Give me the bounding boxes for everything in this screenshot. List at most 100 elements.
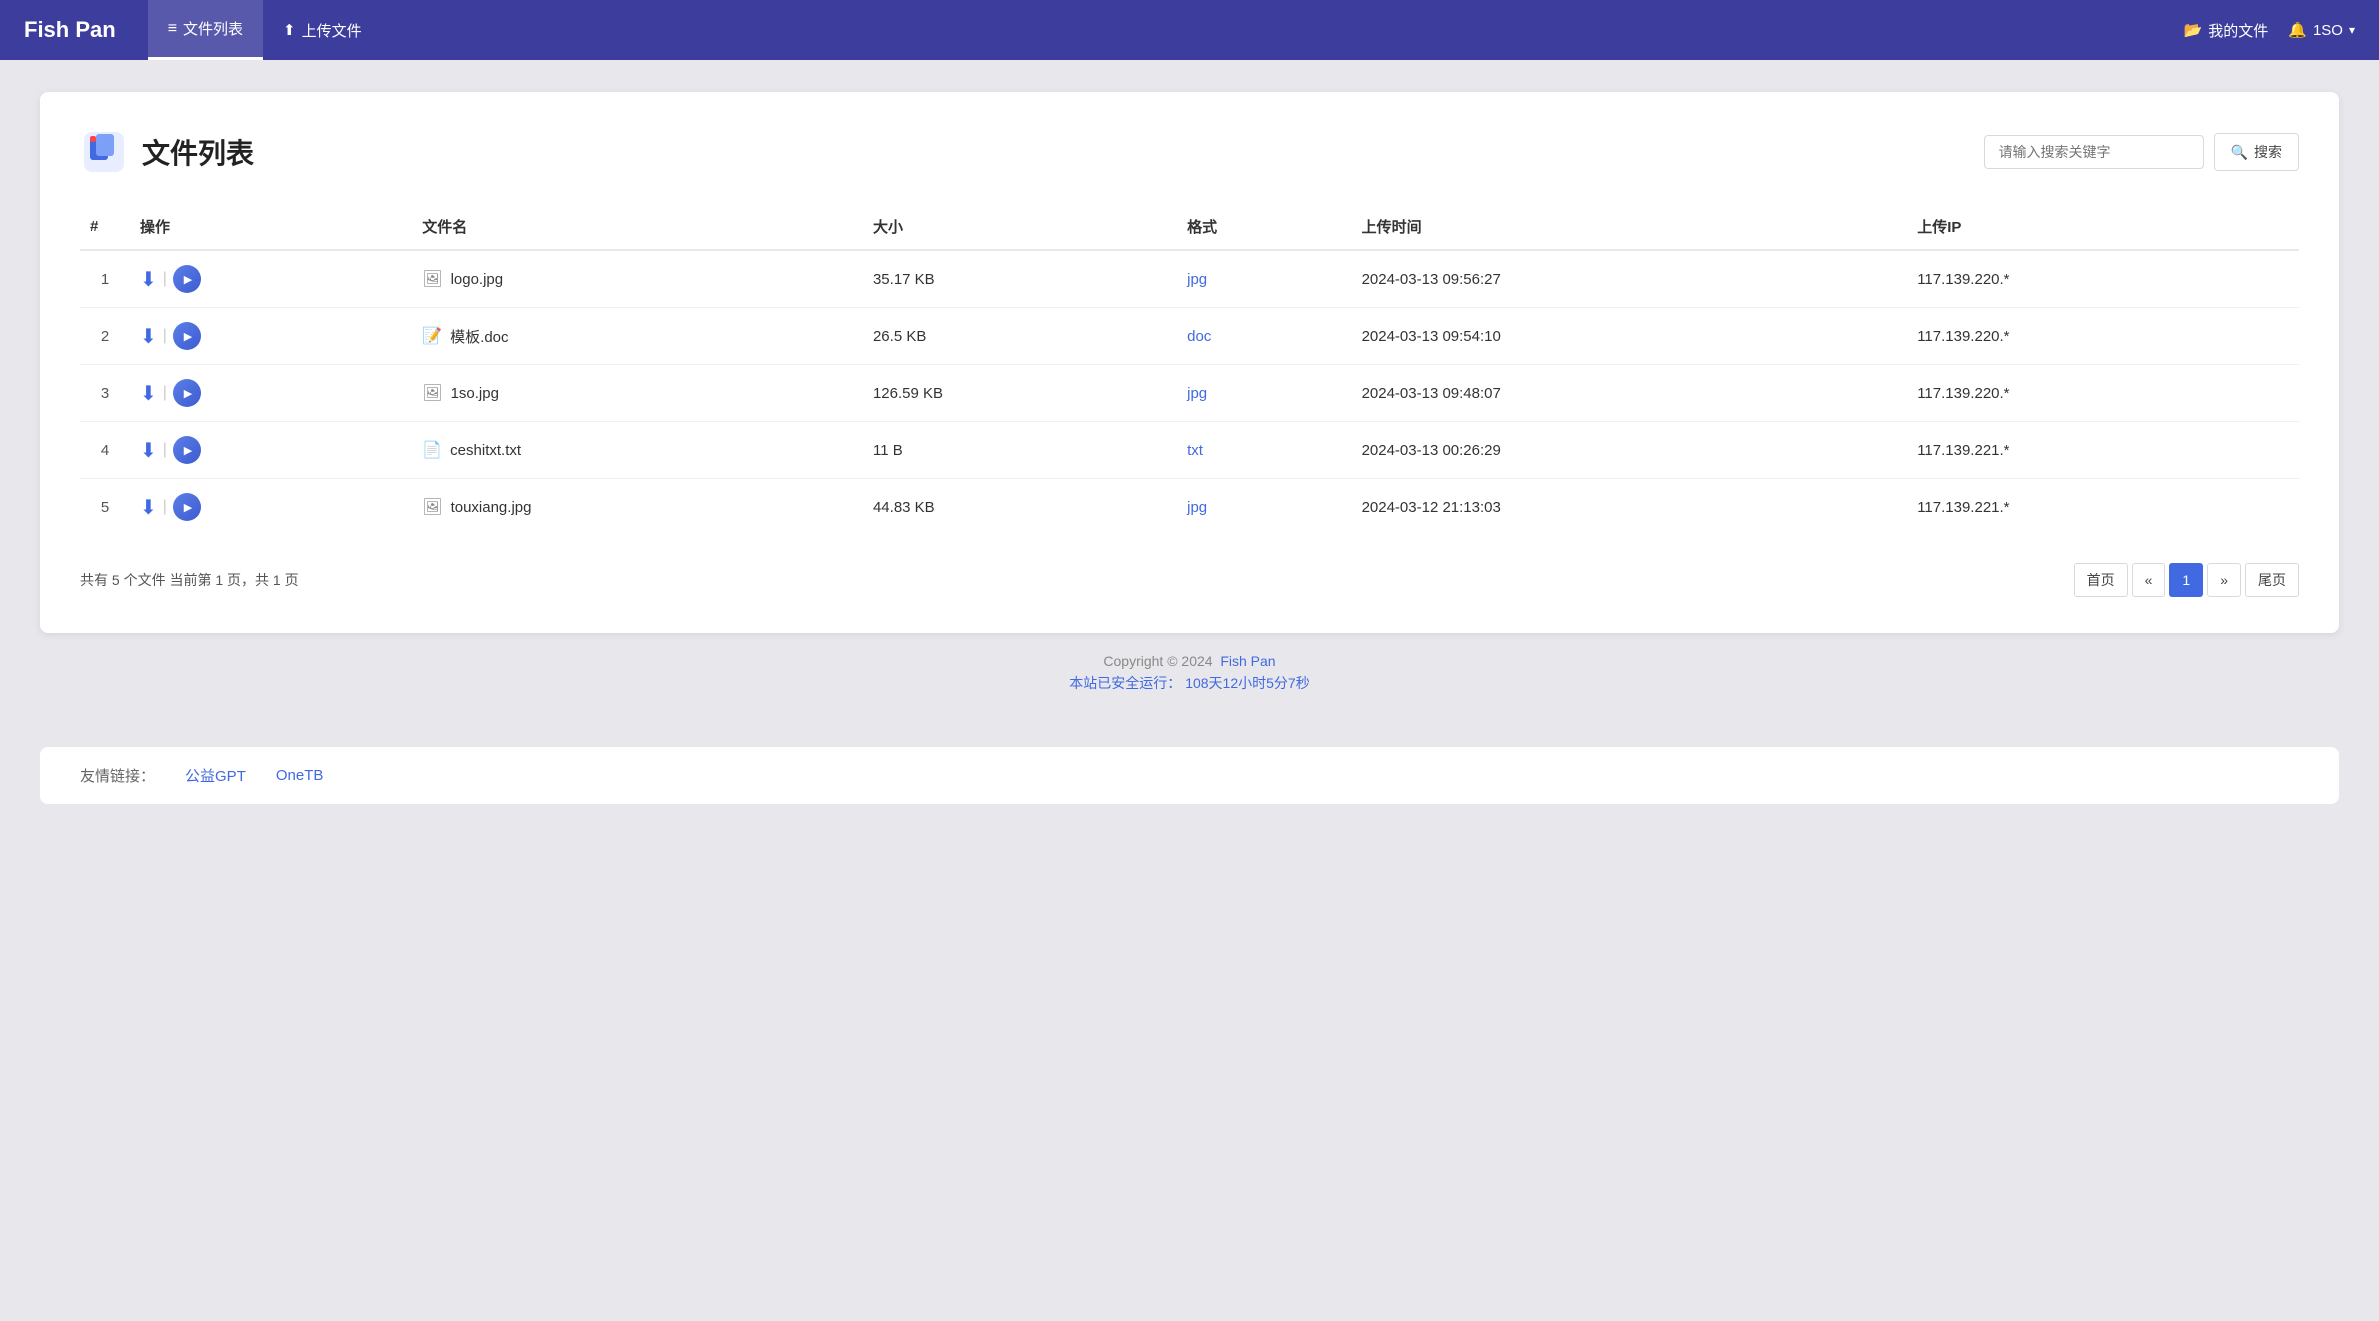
preview-btn[interactable] [173, 322, 201, 350]
upload-icon: ⬆ [283, 21, 296, 39]
page-last-btn[interactable]: 尾页 [2245, 563, 2299, 597]
list-icon: ≡ [168, 20, 177, 38]
my-files-label: 我的文件 [2208, 20, 2268, 41]
file-type-icon: 🖼 [422, 269, 442, 289]
filename-text: logo.jpg [451, 271, 504, 288]
cell-action: ⬇ | [130, 308, 412, 365]
cell-filename: 🖼 touxiang.jpg [412, 479, 863, 536]
nav-right: 📂 我的文件 🔔 1SO ▾ [2184, 20, 2355, 41]
page-icon [80, 128, 128, 176]
cell-upload-time: 2024-03-12 21:13:03 [1352, 479, 1908, 536]
page-next-btn[interactable]: » [2207, 563, 2241, 597]
user-label: 1SO [2313, 22, 2343, 39]
table-row: 4 ⬇ | 📄 ceshitxt.txt 11 Btxt2024-03-13 0… [80, 422, 2299, 479]
search-input[interactable] [1984, 135, 2204, 169]
download-btn[interactable]: ⬇ [140, 267, 157, 292]
col-upload-ip: 上传IP [1907, 204, 2299, 250]
page-title: 文件列表 [142, 132, 254, 172]
friend-link-gpt[interactable]: 公益GPT [185, 765, 246, 786]
cell-filename: 📄 ceshitxt.txt [412, 422, 863, 479]
table-footer: 共有 5 个文件 当前第 1 页，共 1 页 首页 « 1 » 尾页 [80, 563, 2299, 597]
file-type-icon: 🖼 [422, 383, 442, 403]
cell-upload-time: 2024-03-13 09:54:10 [1352, 308, 1908, 365]
copyright-text: Copyright © 2024 [1103, 653, 1216, 669]
pagination-controls: 首页 « 1 » 尾页 [2074, 563, 2299, 597]
action-separator: | [163, 384, 167, 402]
file-type-icon: 📄 [422, 440, 442, 460]
cell-upload-ip: 117.139.220.* [1907, 365, 2299, 422]
download-btn[interactable]: ⬇ [140, 324, 157, 349]
format-link[interactable]: txt [1187, 442, 1203, 459]
search-button[interactable]: 🔍 搜索 [2214, 133, 2299, 171]
cell-action: ⬇ | [130, 479, 412, 536]
cell-size: 44.83 KB [863, 479, 1177, 536]
preview-btn[interactable] [173, 379, 201, 407]
download-btn[interactable]: ⬇ [140, 438, 157, 463]
page-header: 文件列表 🔍 搜索 [80, 128, 2299, 176]
page-current-btn[interactable]: 1 [2169, 563, 2203, 597]
nav-links: ≡ 文件列表 ⬆ 上传文件 [148, 0, 2184, 60]
cell-filename: 📝 模板.doc [412, 308, 863, 365]
main-content: 文件列表 🔍 搜索 # 操作 文件名 大小 格式 上传时间 [0, 60, 2379, 735]
search-area: 🔍 搜索 [1984, 133, 2299, 171]
filename-text: 模板.doc [450, 326, 508, 347]
app-brand[interactable]: Fish Pan [24, 17, 116, 43]
cell-format[interactable]: jpg [1177, 365, 1351, 422]
user-menu-btn[interactable]: 🔔 1SO ▾ [2288, 21, 2355, 39]
cell-num: 1 [80, 250, 130, 308]
friend-link-onetb[interactable]: OneTB [276, 767, 324, 784]
cell-upload-time: 2024-03-13 00:26:29 [1352, 422, 1908, 479]
cell-format[interactable]: doc [1177, 308, 1351, 365]
col-format: 格式 [1177, 204, 1351, 250]
cell-format[interactable]: jpg [1177, 479, 1351, 536]
cell-num: 2 [80, 308, 130, 365]
cell-size: 126.59 KB [863, 365, 1177, 422]
format-link[interactable]: jpg [1187, 271, 1207, 288]
download-btn[interactable]: ⬇ [140, 495, 157, 520]
preview-btn[interactable] [173, 493, 201, 521]
chevron-down-icon: ▾ [2349, 23, 2355, 37]
col-filename: 文件名 [412, 204, 863, 250]
file-table: # 操作 文件名 大小 格式 上传时间 上传IP 1 ⬇ | 🖼 logo.jp… [80, 204, 2299, 535]
uptime-prefix: 本站已安全运行： [1069, 675, 1181, 691]
page-title-area: 文件列表 [80, 128, 254, 176]
navbar: Fish Pan ≡ 文件列表 ⬆ 上传文件 📂 我的文件 🔔 1SO ▾ [0, 0, 2379, 60]
nav-file-list[interactable]: ≡ 文件列表 [148, 0, 263, 60]
cell-action: ⬇ | [130, 250, 412, 308]
search-btn-label: 搜索 [2254, 142, 2282, 162]
page-first-btn[interactable]: 首页 [2074, 563, 2128, 597]
table-row: 5 ⬇ | 🖼 touxiang.jpg 44.83 KB jpg 2024-03-… [80, 479, 2299, 536]
uptime-line: 本站已安全运行： 108天12小时5分7秒 [40, 673, 2339, 693]
cell-format[interactable]: txt [1177, 422, 1351, 479]
page-prev-btn[interactable]: « [2132, 563, 2166, 597]
cell-format[interactable]: jpg [1177, 250, 1351, 308]
preview-btn[interactable] [173, 265, 201, 293]
format-link[interactable]: doc [1187, 328, 1211, 345]
col-num: # [80, 204, 130, 250]
cell-upload-ip: 117.139.221.* [1907, 422, 2299, 479]
footer-brand-name[interactable]: Fish Pan [1220, 653, 1275, 669]
copyright-line: Copyright © 2024 Copyright © 2024 Fish P… [40, 653, 2339, 669]
format-link[interactable]: jpg [1187, 499, 1207, 516]
my-files-btn[interactable]: 📂 我的文件 [2184, 20, 2269, 41]
table-row: 2 ⬇ | 📝 模板.doc 26.5 KB doc 2024-03-13 09:5… [80, 308, 2299, 365]
nav-upload[interactable]: ⬆ 上传文件 [263, 0, 382, 60]
preview-btn[interactable] [173, 436, 201, 464]
cell-num: 3 [80, 365, 130, 422]
cell-upload-ip: 117.139.220.* [1907, 308, 2299, 365]
filename-text: ceshitxt.txt [450, 442, 521, 459]
format-link[interactable]: jpg [1187, 385, 1207, 402]
download-btn[interactable]: ⬇ [140, 381, 157, 406]
file-list-card: 文件列表 🔍 搜索 # 操作 文件名 大小 格式 上传时间 [40, 92, 2339, 633]
cell-upload-time: 2024-03-13 09:48:07 [1352, 365, 1908, 422]
cell-action: ⬇ | [130, 365, 412, 422]
cell-upload-ip: 117.139.220.* [1907, 250, 2299, 308]
col-action: 操作 [130, 204, 412, 250]
action-separator: | [163, 327, 167, 345]
table-row: 1 ⬇ | 🖼 logo.jpg 35.17 KBjpg2024-03-13 0… [80, 250, 2299, 308]
folder-icon: 📂 [2184, 21, 2203, 39]
cell-upload-ip: 117.139.221.* [1907, 479, 2299, 536]
cell-num: 5 [80, 479, 130, 536]
cell-size: 26.5 KB [863, 308, 1177, 365]
cell-filename: 🖼 1so.jpg [412, 365, 863, 422]
